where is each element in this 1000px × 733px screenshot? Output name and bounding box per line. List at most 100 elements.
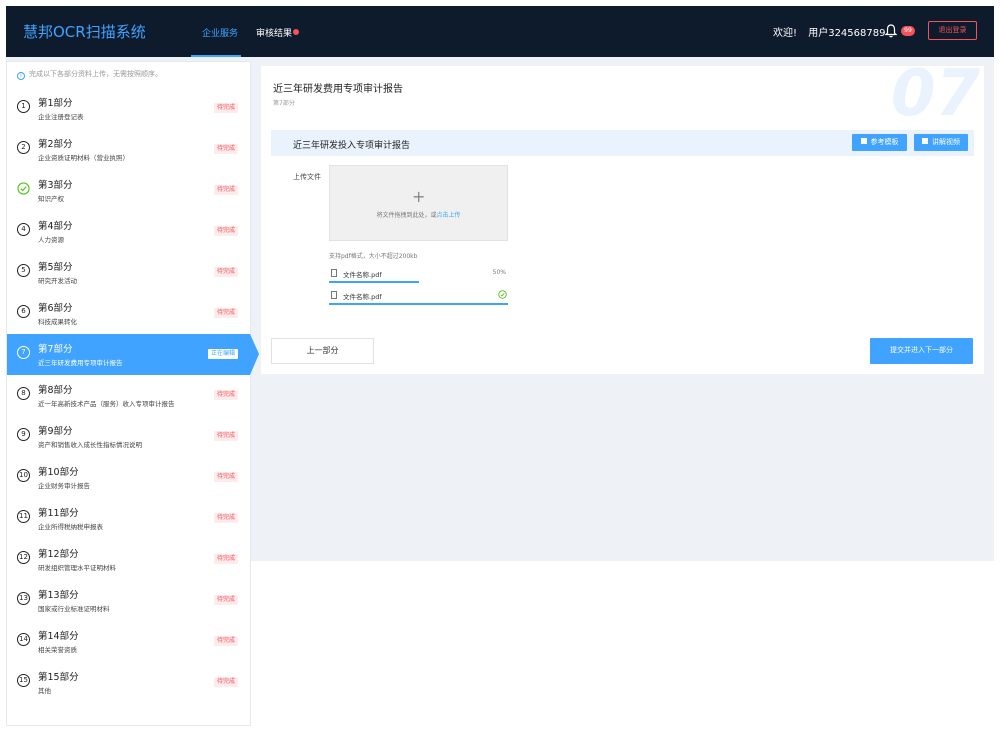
upload-label: 上传文件 [293, 173, 321, 181]
status-badge: 待完成 [213, 472, 238, 482]
app-logo: 慧邦OCR扫描系统 [23, 23, 146, 41]
file-item[interactable]: 文件名称.pdf [329, 290, 508, 305]
file-progress-track [329, 281, 508, 283]
sidebar-item-title: 第8部分 [38, 385, 73, 396]
sidebar-item-part-12[interactable]: 12 第12部分 研发组织管理水平证明材料 待完成 [7, 539, 250, 580]
template-button[interactable]: 参考模板 [852, 134, 907, 151]
template-button-label: 参考模板 [870, 139, 899, 146]
plus-icon: + [412, 187, 426, 206]
sidebar-item-title: 第10部分 [38, 467, 79, 478]
sidebar-item-part-7[interactable]: 7 第7部分近三年研发费用专项审计报告 正在编辑 [7, 334, 259, 375]
status-badge: 待完成 [213, 103, 238, 113]
sidebar-item-subtitle: 近一年高新技术产品（服务）收入专项审计报告 [38, 400, 175, 408]
step-number-icon: 15 [17, 674, 30, 687]
sidebar-item-part-15[interactable]: 15 第15部分 其他 待完成 [7, 662, 250, 703]
tab-enterprise-service[interactable]: 企业服务 [202, 26, 238, 39]
sidebar-item-part-8[interactable]: 8 第8部分 近一年高新技术产品（服务）收入专项审计报告 待完成 [7, 375, 250, 416]
sidebar-item-part-5[interactable]: 5 第5部分研究开发活动 待完成 [7, 252, 250, 293]
sidebar-item-title: 第14部分 [38, 631, 79, 642]
sidebar-item-subtitle: 企业财务审计报告 [38, 482, 90, 490]
section-number-watermark: 07 [891, 57, 981, 131]
sidebar-item-subtitle: 企业资质证明材料（营业执照） [38, 154, 129, 162]
sidebar-item-part-3[interactable]: 第3部分知识产权 待完成 [7, 170, 250, 211]
status-badge: 待完成 [213, 267, 238, 277]
document-icon [860, 138, 867, 144]
step-number-icon: 12 [17, 551, 30, 564]
sidebar-item-part-9[interactable]: 9 第9部分 资产和销售收入成长性指标情况说明 待完成 [7, 416, 250, 457]
top-header: 慧邦OCR扫描系统 企业服务 审核结果 欢迎! 用户324568789 99 退… [6, 6, 994, 57]
sidebar-tip-text: 完成以下各部分资料上传，无需按照顺序。 [29, 70, 162, 78]
notification-badge: 99 [901, 26, 915, 36]
status-badge: 待完成 [213, 185, 238, 195]
sidebar-item-subtitle: 知识产权 [38, 195, 64, 203]
file-name: 文件名称.pdf [343, 293, 382, 301]
sidebar-item-part-1[interactable]: 1 第1部分企业注册登记表 待完成 [7, 88, 250, 129]
status-badge: 待完成 [213, 595, 238, 605]
sidebar-item-subtitle: 近三年研发费用专项审计报告 [38, 359, 123, 367]
sidebar-item-part-6[interactable]: 6 第6部分 科技成果转化 待完成 [7, 293, 250, 334]
sidebar-item-subtitle: 企业注册登记表 [38, 113, 84, 121]
step-number-icon: 5 [17, 264, 30, 277]
sidebar-item-subtitle: 国家或行业标准证明材料 [38, 605, 110, 613]
page-title: 近三年研发费用专项审计报告 [273, 84, 403, 95]
username: 用户324568789 [808, 28, 886, 39]
sidebar-item-title: 第1部分 [38, 98, 73, 109]
click-upload-link[interactable]: 点击上传 [437, 212, 461, 219]
status-badge: 待完成 [213, 431, 238, 441]
file-dropzone[interactable]: + 将文件拖拽到此处，或点击上传 [329, 165, 508, 241]
video-button[interactable]: 讲解视频 [914, 134, 968, 151]
logout-button[interactable]: 退出登录 [928, 21, 977, 40]
tab-audit-result[interactable]: 审核结果 [256, 26, 300, 39]
sidebar-item-title: 第4部分 [38, 221, 73, 232]
sidebar-item-title: 第5部分 [38, 262, 73, 273]
bell-icon[interactable] [885, 24, 897, 38]
sidebar-item-subtitle: 相关荣誉资质 [38, 646, 77, 654]
sidebar-item-part-11[interactable]: 11 第11部分 企业所得税纳税申报表 待完成 [7, 498, 250, 539]
sidebar-item-part-2[interactable]: 2 第2部分 企业资质证明材料（营业执照） 待完成 [7, 129, 250, 170]
file-icon [331, 269, 337, 277]
main-card: 07 近三年研发费用专项审计报告 第7部分 近三年研发投入专项审计报告 参考模板… [261, 62, 984, 374]
status-badge: 待完成 [213, 390, 238, 400]
sidebar-item-part-14[interactable]: 14 第14部分 相关荣誉资质 待完成 [7, 621, 250, 662]
section-header: 近三年研发投入专项审计报告 参考模板 讲解视频 [271, 130, 974, 156]
drop-text-label: 将文件拖拽到此处，或 [376, 212, 437, 219]
notification-dot-icon [293, 29, 300, 35]
step-number-icon: 4 [17, 223, 30, 236]
step-number-icon: 14 [17, 633, 30, 646]
sidebar-item-title: 第7部分 [38, 344, 73, 355]
status-badge: 待完成 [213, 677, 238, 687]
sidebar-item-subtitle: 研发组织管理水平证明材料 [38, 564, 116, 572]
submit-next-button[interactable]: 提交并进入下一部分 [870, 338, 973, 364]
status-badge: 待完成 [213, 513, 238, 523]
sidebar-item-part-10[interactable]: 10 第10部分企业财务审计报告 待完成 [7, 457, 250, 498]
sidebar-item-part-13[interactable]: 13 第13部分 国家或行业标准证明材料 待完成 [7, 580, 250, 621]
file-progress-bar [329, 303, 508, 305]
step-number-icon: 1 [17, 100, 30, 113]
tab-audit-result-label: 审核结果 [256, 29, 293, 39]
sidebar-item-title: 第15部分 [38, 672, 79, 683]
sidebar-item-title: 第6部分 [38, 303, 73, 314]
check-circle-icon [17, 182, 30, 195]
page-subtitle: 第7部分 [273, 100, 295, 107]
step-number-icon: 6 [17, 305, 30, 318]
step-number-icon: 11 [17, 510, 30, 523]
welcome-text: 欢迎! 用户324568789 [773, 24, 885, 39]
status-badge: 待完成 [213, 308, 238, 318]
status-badge: 正在编辑 [207, 349, 238, 359]
file-progress-track [329, 303, 508, 305]
sidebar-item-title: 第11部分 [38, 508, 79, 519]
previous-section-button[interactable]: 上一部分 [271, 338, 374, 364]
step-number-icon: 7 [17, 346, 30, 359]
file-progress-bar [329, 281, 419, 283]
file-name: 文件名称.pdf [343, 271, 382, 279]
step-number-icon: 9 [17, 428, 30, 441]
sidebar-item-title: 第3部分 [38, 180, 73, 191]
video-icon [922, 138, 928, 144]
sidebar-item-part-4[interactable]: 4 第4部分 人力资源 待完成 [7, 211, 250, 252]
section-title: 近三年研发投入专项审计报告 [293, 141, 411, 151]
file-item[interactable]: 文件名称.pdf 50% [329, 268, 508, 283]
sidebar-item-title: 第13部分 [38, 590, 79, 601]
sidebar-item-subtitle: 研究开发活动 [38, 277, 77, 285]
step-number-icon: 10 [17, 469, 30, 482]
check-circle-icon [498, 290, 507, 299]
